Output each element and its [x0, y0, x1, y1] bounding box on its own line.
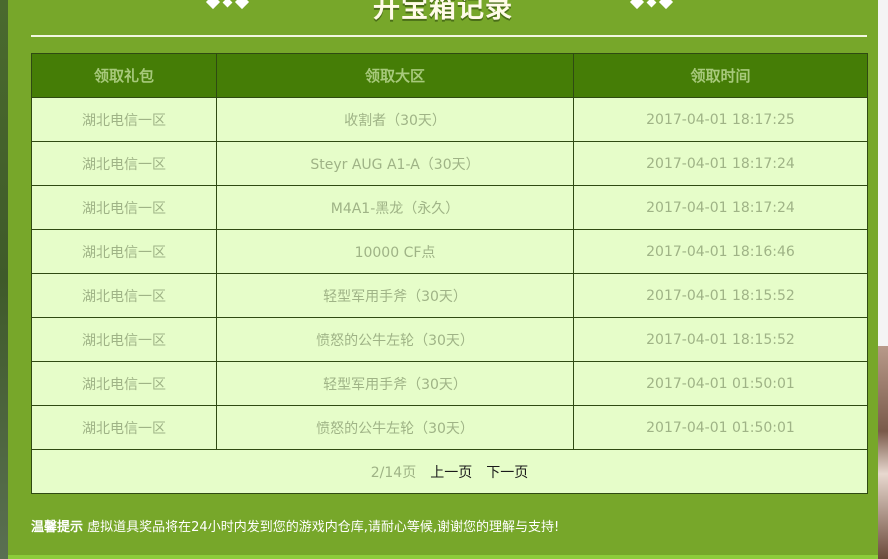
backdrop-art — [878, 346, 888, 559]
column-header-time: 领取时间 — [573, 53, 868, 98]
cell-gift: 湖北电信一区 — [31, 361, 217, 406]
diamond-icon — [658, 0, 674, 10]
table-header-row: 领取礼包 领取大区 领取时间 — [31, 53, 868, 98]
cell-gift: 湖北电信一区 — [31, 185, 217, 230]
table-row: 湖北电信一区 M4A1-黑龙（永久） 2017-04-01 18:17:24 — [31, 185, 868, 230]
diamond-icon — [646, 0, 657, 7]
pagination-cell: 2/14页 上一页 下一页 — [31, 449, 868, 494]
notice-tip: 温馨提示 虚拟道具奖品将在24小时内发到您的游戏内仓库,请耐心等候,谢谢您的理解… — [31, 516, 559, 535]
cell-gift: 湖北电信一区 — [31, 97, 217, 142]
cell-gift: 湖北电信一区 — [31, 229, 217, 274]
page-count: 2/14页 — [370, 464, 417, 481]
cell-zone: 10000 CF点 — [216, 229, 574, 274]
table-row: 湖北电信一区 收割者（30天） 2017-04-01 18:17:25 — [31, 97, 868, 142]
cell-time: 2017-04-01 18:17:25 — [573, 97, 868, 142]
diamond-icon — [629, 0, 645, 10]
cell-gift: 湖北电信一区 — [31, 141, 217, 186]
pagination: 2/14页 上一页 下一页 — [371, 462, 528, 482]
cell-zone: 收割者（30天） — [216, 97, 574, 142]
tip-label: 温馨提示 — [31, 520, 84, 535]
column-header-zone: 领取大区 — [216, 53, 574, 98]
cell-zone: 轻型军用手斧（30天） — [216, 273, 574, 318]
title-row: 开宝箱记录 — [8, 0, 878, 34]
cell-time: 2017-04-01 18:15:52 — [573, 317, 868, 362]
cell-zone: M4A1-黑龙（永久） — [216, 185, 574, 230]
title-ornament-right — [629, 0, 674, 10]
tip-text: 虚拟道具奖品将在24小时内发到您的游戏内仓库,请耐心等候,谢谢您的理解与支持! — [83, 520, 560, 535]
title-divider — [31, 35, 867, 37]
cell-gift: 湖北电信一区 — [31, 317, 217, 362]
cell-time: 2017-04-01 01:50:01 — [573, 405, 868, 450]
cell-gift: 湖北电信一区 — [31, 273, 217, 318]
table-row: 湖北电信一区 愤怒的公牛左轮（30天） 2017-04-01 18:15:52 — [31, 317, 868, 362]
chest-record-panel: 开宝箱记录 领取礼包 领取大区 领取时间 湖北电信一区 收割者（30天） 201… — [8, 0, 878, 559]
backdrop-left — [0, 0, 8, 559]
cell-time: 2017-04-01 18:17:24 — [573, 141, 868, 186]
cell-time: 2017-04-01 01:50:01 — [573, 361, 868, 406]
table-row: 湖北电信一区 10000 CF点 2017-04-01 18:16:46 — [31, 229, 868, 274]
records-table: 领取礼包 领取大区 领取时间 湖北电信一区 收割者（30天） 2017-04-0… — [31, 53, 868, 494]
pagination-row: 2/14页 上一页 下一页 — [31, 449, 868, 494]
cell-gift: 湖北电信一区 — [31, 405, 217, 450]
cell-time: 2017-04-01 18:16:46 — [573, 229, 868, 274]
cell-zone: 轻型军用手斧（30天） — [216, 361, 574, 406]
panel-title: 开宝箱记录 — [373, 0, 513, 24]
prev-page-link[interactable]: 上一页 — [430, 462, 472, 482]
column-header-gift: 领取礼包 — [31, 53, 217, 98]
cell-zone: 愤怒的公牛左轮（30天） — [216, 317, 574, 362]
table-row: 湖北电信一区 愤怒的公牛左轮（30天） 2017-04-01 01:50:01 — [31, 405, 868, 450]
cell-zone: Steyr AUG A1-A（30天） — [216, 141, 574, 186]
cell-time: 2017-04-01 18:15:52 — [573, 273, 868, 318]
next-page-link[interactable]: 下一页 — [486, 462, 528, 482]
table-row: 湖北电信一区 轻型军用手斧（30天） 2017-04-01 01:50:01 — [31, 361, 868, 406]
cell-time: 2017-04-01 18:17:24 — [573, 185, 868, 230]
cell-zone: 愤怒的公牛左轮（30天） — [216, 405, 574, 450]
table-row: 湖北电信一区 轻型军用手斧（30天） 2017-04-01 18:15:52 — [31, 273, 868, 318]
table-row: 湖北电信一区 Steyr AUG A1-A（30天） 2017-04-01 18… — [31, 141, 868, 186]
